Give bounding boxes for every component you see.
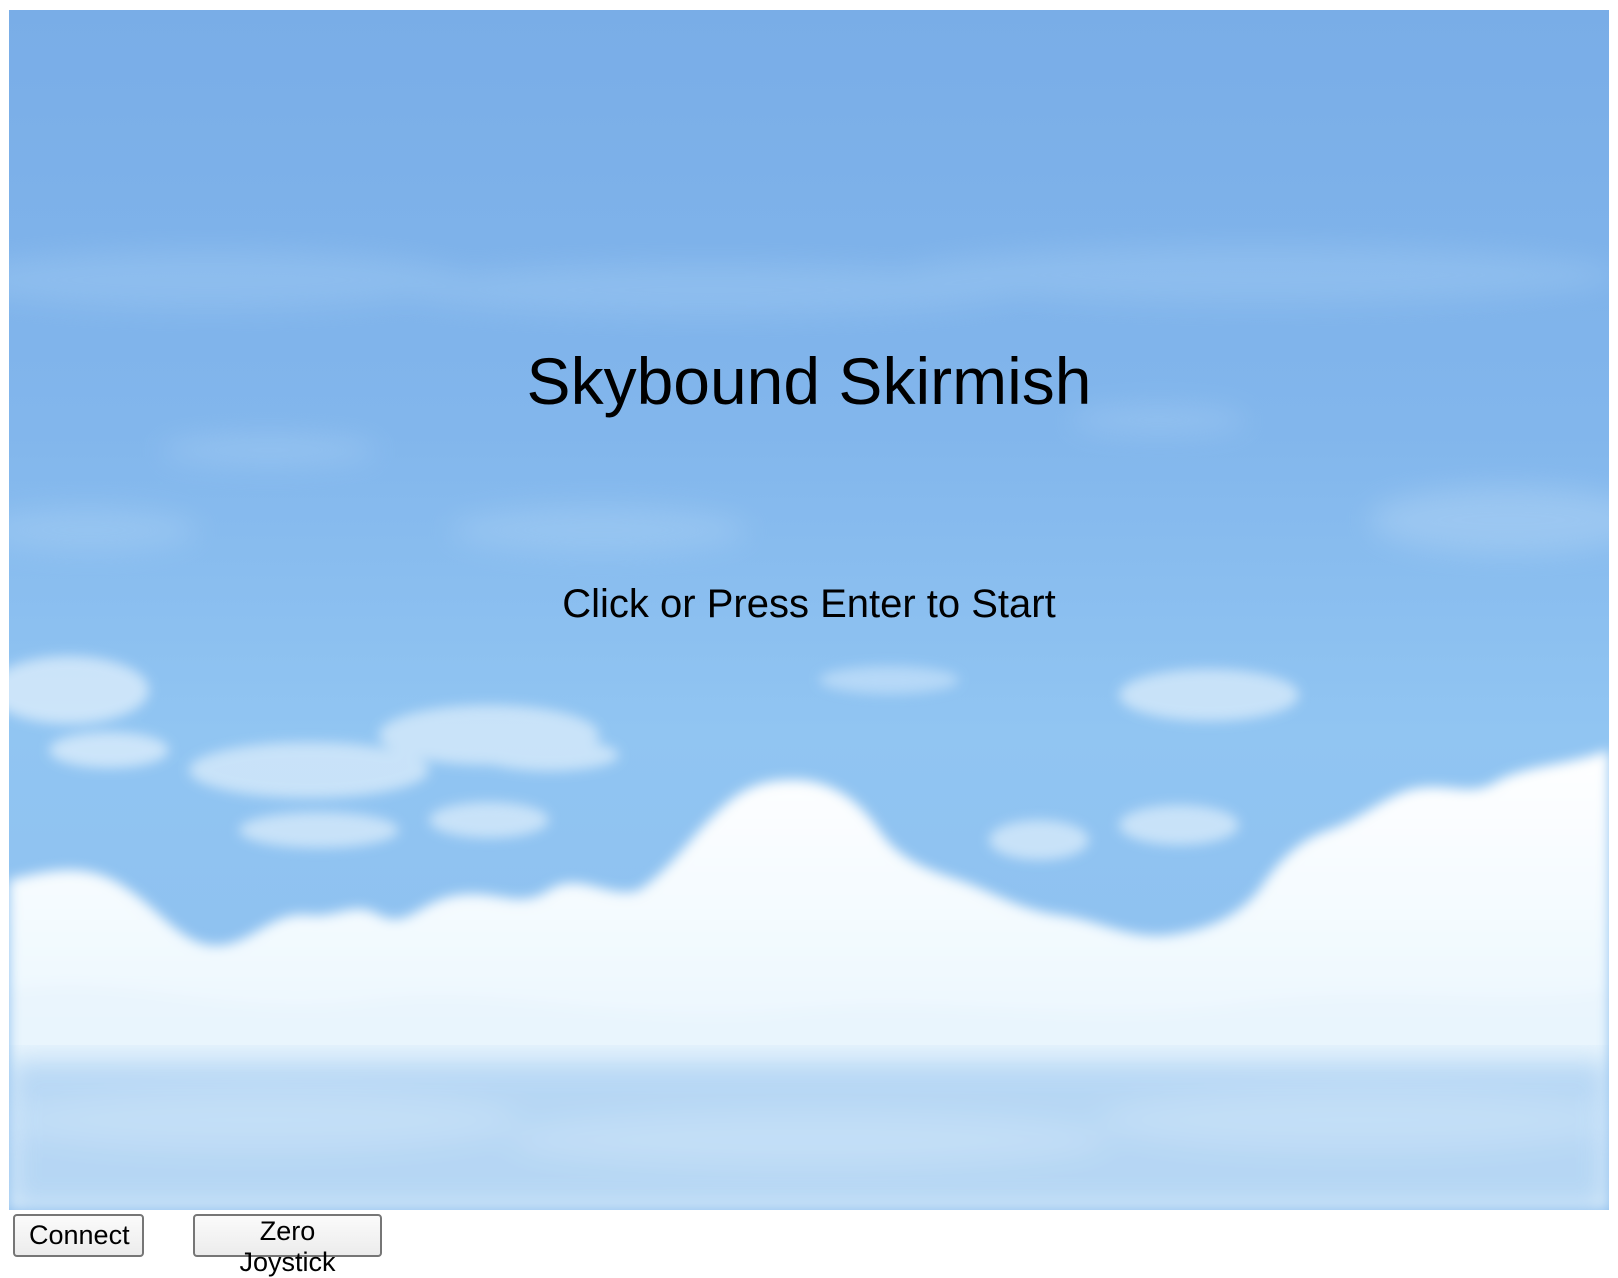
game-canvas[interactable]: Skybound Skirmish Click or Press Enter t… — [9, 10, 1609, 1210]
start-prompt[interactable]: Click or Press Enter to Start — [9, 584, 1609, 624]
connect-button[interactable]: Connect — [13, 1214, 144, 1257]
lower-haze — [9, 1060, 1609, 1210]
zero-joystick-button[interactable]: Zero Joystick — [193, 1214, 382, 1277]
game-title: Skybound Skirmish — [526, 344, 1092, 418]
